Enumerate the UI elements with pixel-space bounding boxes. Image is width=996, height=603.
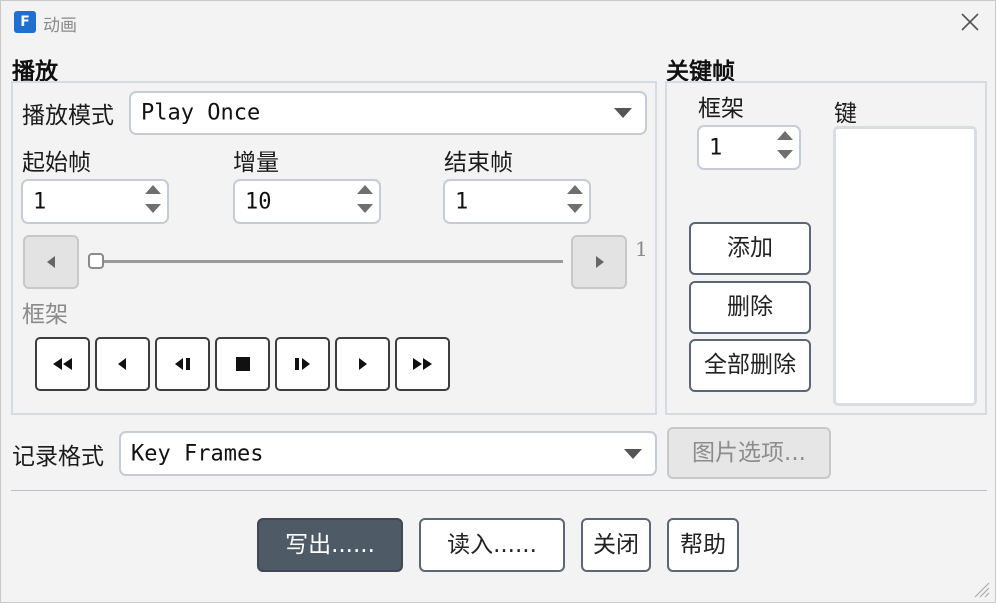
spin-down-icon[interactable] <box>145 204 161 213</box>
close-button[interactable]: 关闭 <box>581 518 651 572</box>
spin-down-icon[interactable] <box>357 204 373 213</box>
play-mode-value: Play Once <box>141 100 261 126</box>
play-mode-label: 播放模式 <box>22 103 114 129</box>
step-forward-icon <box>359 358 367 370</box>
window-title: 动画 <box>43 16 77 36</box>
spin-buttons[interactable] <box>357 185 375 221</box>
start-frame-value: 1 <box>33 189 47 214</box>
slider-next-button[interactable] <box>571 235 627 289</box>
start-frame-label: 起始帧 <box>22 150 91 176</box>
frame-slider-thumb[interactable] <box>88 253 104 269</box>
caret-right-icon <box>596 256 604 268</box>
resize-grip-icon[interactable] <box>969 577 991 599</box>
frame-slider-track[interactable] <box>89 260 563 263</box>
caret-left-icon <box>47 256 55 268</box>
step-value: 10 <box>245 189 272 214</box>
delete-all-keys-button[interactable]: 全部删除 <box>689 339 811 392</box>
title-bar: F 动画 <box>1 1 995 43</box>
spin-buttons[interactable] <box>145 185 163 221</box>
delete-key-button[interactable]: 删除 <box>689 281 811 334</box>
spin-up-icon[interactable] <box>777 131 793 140</box>
keyframe-frame-value: 1 <box>709 135 723 160</box>
spin-buttons[interactable] <box>567 185 585 221</box>
last-frame-button[interactable] <box>395 337 450 391</box>
fast-forward-icon <box>413 358 432 370</box>
step-label: 增量 <box>233 150 279 176</box>
slider-prev-button[interactable] <box>23 235 79 289</box>
spin-buttons[interactable] <box>777 131 795 167</box>
play-mode-select[interactable]: Play Once <box>129 91 647 135</box>
end-frame-stepper[interactable]: 1 <box>443 179 591 224</box>
play-backward-icon <box>175 358 190 370</box>
record-format-value: Key Frames <box>131 441 264 466</box>
app-icon: F <box>14 11 36 33</box>
key-list[interactable] <box>833 126 977 406</box>
chevron-down-icon <box>614 108 632 118</box>
stop-icon <box>236 357 250 371</box>
divider <box>11 490 987 491</box>
slider-value: 1 <box>635 237 648 261</box>
animation-dialog: F 动画 播放 播放模式 Play Once 起始帧 1 增量 10 结束帧 1 <box>0 0 996 603</box>
next-frame-button[interactable] <box>335 337 390 391</box>
frame-label: 框架 <box>22 302 68 328</box>
play-forward-icon <box>295 358 310 370</box>
help-button[interactable]: 帮助 <box>667 518 739 572</box>
spin-down-icon[interactable] <box>567 204 583 213</box>
close-icon[interactable] <box>957 9 983 35</box>
stop-button[interactable] <box>215 337 270 391</box>
play-forward-button[interactable] <box>275 337 330 391</box>
key-label: 键 <box>834 101 857 127</box>
previous-frame-button[interactable] <box>95 337 150 391</box>
write-button[interactable]: 写出...... <box>257 518 403 572</box>
chevron-down-icon <box>624 449 642 459</box>
spin-down-icon[interactable] <box>777 150 793 159</box>
spin-up-icon[interactable] <box>145 185 161 194</box>
image-options-button[interactable]: 图片选项... <box>667 427 831 479</box>
step-stepper[interactable]: 10 <box>233 179 381 224</box>
step-back-icon <box>118 358 126 370</box>
record-format-label: 记录格式 <box>12 444 104 470</box>
keyframe-frame-stepper[interactable]: 1 <box>697 125 801 170</box>
first-frame-button[interactable] <box>35 337 90 391</box>
rewind-icon <box>53 358 72 370</box>
read-button[interactable]: 读入...... <box>419 518 565 572</box>
play-backward-button[interactable] <box>155 337 210 391</box>
end-frame-value: 1 <box>455 189 469 214</box>
keyframe-frame-label: 框架 <box>698 96 744 122</box>
record-format-select[interactable]: Key Frames <box>119 431 657 476</box>
add-key-button[interactable]: 添加 <box>689 222 811 275</box>
end-frame-label: 结束帧 <box>444 150 513 176</box>
spin-up-icon[interactable] <box>567 185 583 194</box>
start-frame-stepper[interactable]: 1 <box>21 179 169 224</box>
spin-up-icon[interactable] <box>357 185 373 194</box>
